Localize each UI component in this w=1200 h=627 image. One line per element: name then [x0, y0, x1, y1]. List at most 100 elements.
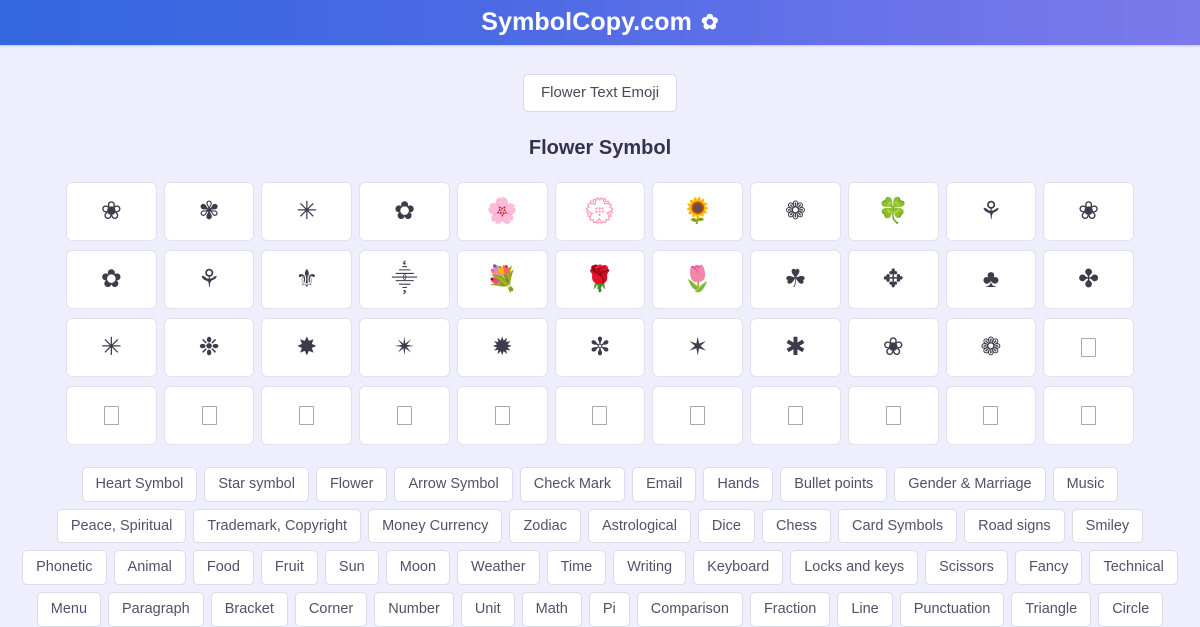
symbol-cell-missing-glyph[interactable]	[359, 386, 450, 445]
symbol-cell-black-florette[interactable]: ✿	[359, 182, 450, 241]
category-tag-math[interactable]: Math	[521, 592, 582, 627]
symbol-cell-white-flower[interactable]: 💮	[554, 182, 646, 241]
category-tag-heart-symbol[interactable]: Heart Symbol	[81, 467, 198, 502]
category-tag-unit[interactable]: Unit	[460, 592, 515, 627]
symbol-cell-missing-glyph[interactable]	[261, 386, 353, 445]
category-tag-gender-marriage[interactable]: Gender & Marriage	[894, 467, 1046, 502]
symbol-cell-six-petalled-black-and-white-florette[interactable]: ✾	[163, 182, 255, 241]
category-tag-menu[interactable]: Menu	[36, 592, 102, 627]
symbol-cell-missing-glyph[interactable]	[554, 386, 646, 445]
symbol-cell-editorial-coronis[interactable]: ⸎	[359, 250, 450, 309]
symbol-cell-missing-glyph[interactable]	[1043, 386, 1134, 445]
symbol-cell-shamrock[interactable]: ☘	[750, 250, 841, 309]
symbol-cell-bowtie-florette[interactable]: ❀︎	[847, 318, 939, 377]
category-tag-circle[interactable]: Circle	[1098, 592, 1164, 627]
symbol-cell-twelve-pointed-black-star[interactable]: ✹	[456, 318, 548, 377]
category-tag-animal[interactable]: Animal	[113, 550, 186, 586]
category-tag-email[interactable]: Email	[632, 467, 697, 502]
category-tag-bullet-points[interactable]: Bullet points	[780, 467, 888, 502]
symbol-cell-missing-glyph[interactable]	[456, 386, 548, 445]
symbol-cell-missing-glyph[interactable]	[66, 386, 157, 445]
symbol-cell-black-florette-outlined[interactable]: ❁	[750, 182, 841, 241]
category-tag-fancy[interactable]: Fancy	[1014, 550, 1083, 586]
category-tag-money-currency[interactable]: Money Currency	[368, 508, 503, 544]
symbol-cell-white-florette[interactable]: ❀	[66, 182, 157, 241]
category-tag-zodiac[interactable]: Zodiac	[509, 508, 581, 544]
symbol-cell-open-centre-teardrop-spoked-asterisk[interactable]: ✼	[554, 318, 646, 377]
category-tag-astrological[interactable]: Astrological	[587, 508, 691, 544]
category-tag-trademark-copyright[interactable]: Trademark, Copyright	[193, 508, 362, 544]
category-tag-triangle[interactable]: Triangle	[1011, 592, 1092, 627]
category-tag-time[interactable]: Time	[546, 550, 607, 586]
category-tag-moon[interactable]: Moon	[385, 550, 451, 586]
symbol-cell-flower-sign[interactable]: ⚘	[945, 182, 1037, 241]
category-tag-number[interactable]: Number	[374, 592, 454, 627]
category-tag-punctuation[interactable]: Punctuation	[899, 592, 1005, 627]
category-tag-dice[interactable]: Dice	[697, 508, 755, 544]
symbol-cell-missing-glyph[interactable]	[847, 386, 939, 445]
category-tag-fraction[interactable]: Fraction	[749, 592, 831, 627]
category-tag-corner[interactable]: Corner	[294, 592, 368, 627]
symbol-cell-cherry-blossom[interactable]: 🌸	[456, 182, 548, 241]
category-tag-weather[interactable]: Weather	[457, 550, 540, 586]
category-tag-star-symbol[interactable]: Star symbol	[204, 467, 309, 502]
tab-flower-text-emoji[interactable]: Flower Text Emoji	[522, 74, 678, 112]
category-tag-sun[interactable]: Sun	[324, 550, 379, 586]
category-tag-check-mark[interactable]: Check Mark	[519, 467, 626, 502]
symbol-cell-bowtie-florette-dotted[interactable]: ❁︎	[945, 318, 1037, 377]
category-tag-road-signs[interactable]: Road signs	[964, 508, 1065, 544]
category-tag-writing[interactable]: Writing	[613, 550, 687, 586]
category-tag-flower[interactable]: Flower	[315, 467, 388, 502]
category-tag-smiley[interactable]: Smiley	[1071, 508, 1144, 544]
symbol-cell-black-club-suit[interactable]: ♣	[945, 250, 1037, 309]
category-tag-phonetic[interactable]: Phonetic	[22, 550, 107, 586]
category-tag-line[interactable]: Line	[837, 592, 893, 627]
category-tag-keyboard[interactable]: Keyboard	[693, 550, 784, 586]
symbol-cell-missing-glyph[interactable]	[652, 386, 744, 445]
category-tag-comparison[interactable]: Comparison	[636, 592, 743, 627]
category-tag-paragraph[interactable]: Paragraph	[108, 592, 204, 627]
symbol-cell-fleur-de-lis[interactable]: ⚜	[261, 250, 353, 309]
symbol-cell-heavy-four-balloon-spoked-asterisk[interactable]: ✤	[1043, 250, 1134, 309]
category-tag-scissors[interactable]: Scissors	[925, 550, 1008, 586]
category-tag-card-symbols[interactable]: Card Symbols	[838, 508, 958, 544]
page-body: Flower Text Emoji Flower Symbol ❀ ✾ ✳ ✿ 🌸 💮 🌻 ❁…	[0, 45, 1200, 627]
symbol-cell-black-florette-2[interactable]: ✿	[66, 250, 157, 309]
category-tag-row: Menu Paragraph Bracket Corner Number Unit Math…	[0, 592, 1200, 627]
symbol-cell-sunflower[interactable]: 🌻	[652, 182, 744, 241]
category-tag-bracket[interactable]: Bracket	[210, 592, 288, 627]
symbol-cell-eight-pointed-black-star[interactable]: ✴	[359, 318, 450, 377]
category-tag-locks-and-keys[interactable]: Locks and keys	[790, 550, 919, 586]
symbol-cell-four-leaf-clover[interactable]: 🍀	[847, 182, 939, 241]
category-tag-music[interactable]: Music	[1052, 467, 1119, 502]
category-tag-pi[interactable]: Pi	[588, 592, 630, 627]
symbol-cell-missing-glyph[interactable]	[945, 386, 1037, 445]
symbol-cell-tulip[interactable]: 🌷	[652, 250, 744, 309]
missing-glyph-icon	[983, 406, 999, 425]
category-tag-area: Heart Symbol Star symbol Flower Arrow Symbo…	[0, 467, 1200, 627]
symbol-cell-rose[interactable]: 🌹	[554, 250, 646, 309]
symbol-cell-eight-pointed-black-star-dotted[interactable]: ✸	[261, 318, 353, 377]
missing-glyph-icon	[103, 406, 119, 425]
symbol-cell-balloon-spoked-asterisk[interactable]: ❉	[163, 318, 255, 377]
category-tag-technical[interactable]: Technical	[1089, 550, 1178, 586]
symbol-cell-six-pointed-black-star[interactable]: ✶	[652, 318, 744, 377]
category-tag-peace-spiritual[interactable]: Peace, Spiritual	[56, 508, 187, 544]
symbol-cell-flower-2[interactable]: ⚘	[163, 250, 255, 309]
symbol-cell-four-club-branched-outlined-cross[interactable]: ✥	[847, 250, 939, 309]
symbol-cell-eight-spoked-asterisk[interactable]: ✳	[261, 182, 353, 241]
category-tag-hands[interactable]: Hands	[703, 467, 774, 502]
category-tag-row: Peace, Spiritual Trademark, Copyright Mone…	[0, 508, 1200, 544]
symbol-cell-missing-glyph[interactable]	[750, 386, 841, 445]
symbol-cell-white-florette-repeat[interactable]: ❀	[1043, 182, 1134, 241]
category-tag-food[interactable]: Food	[192, 550, 254, 586]
category-tag-fruit[interactable]: Fruit	[260, 550, 318, 586]
symbol-cell-eight-spoked-asterisk-2[interactable]: ✳	[66, 318, 157, 377]
page-title: Flower Symbol	[528, 137, 672, 159]
symbol-cell-missing-glyph[interactable]	[1043, 318, 1134, 377]
symbol-cell-bouquet[interactable]: 💐	[456, 250, 548, 309]
symbol-cell-missing-glyph[interactable]	[163, 386, 255, 445]
category-tag-chess[interactable]: Chess	[761, 508, 832, 544]
category-tag-arrow-symbol[interactable]: Arrow Symbol	[394, 467, 513, 502]
symbol-cell-heavy-asterisk[interactable]: ✱	[750, 318, 841, 377]
